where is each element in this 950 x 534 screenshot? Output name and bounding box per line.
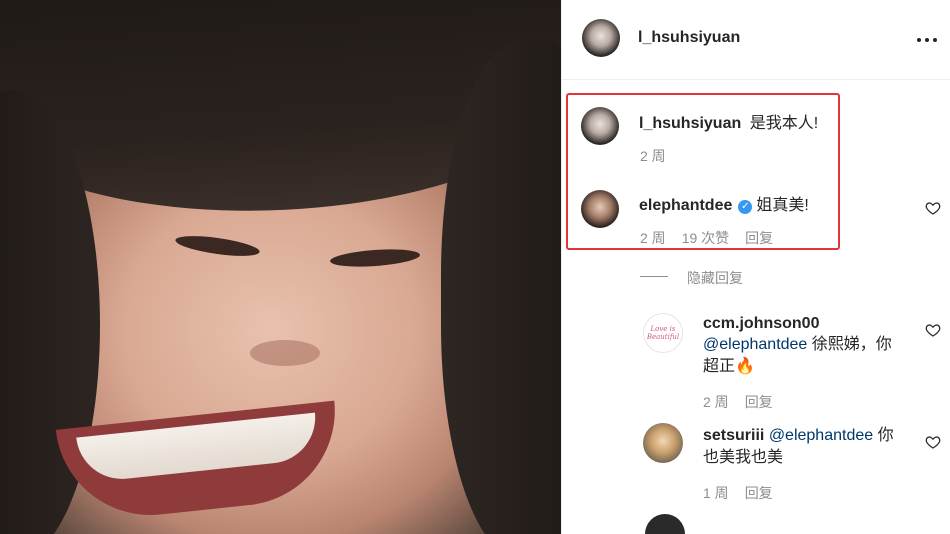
photo-eye-left: [174, 232, 261, 260]
post-header: l_hsuhsiyuan: [562, 0, 950, 80]
reply-avatar[interactable]: [643, 423, 683, 463]
reply-meta: 2 周回复: [703, 392, 789, 412]
author-avatar[interactable]: [582, 19, 620, 57]
highlight-box: [566, 93, 840, 250]
hide-replies-button[interactable]: 隐藏回复: [687, 268, 743, 288]
heart-outline-icon[interactable]: [925, 434, 941, 450]
avatar-logo-text: Love is Beautiful: [646, 325, 680, 341]
reply-text: @elephantdee 徐熙娣，你 超正🔥: [703, 334, 892, 378]
reply-text-line2: 超正🔥: [703, 358, 755, 375]
reply-avatar[interactable]: Love is Beautiful: [643, 313, 683, 353]
photo-nose: [250, 340, 320, 366]
more-horizontal-icon[interactable]: [917, 30, 937, 50]
reply-time: 2 周: [703, 394, 729, 410]
post-photo[interactable]: [0, 0, 561, 534]
heart-outline-icon[interactable]: [925, 322, 941, 338]
photo-eye-right: [329, 246, 421, 270]
reply-text: setsuriii @elephantdee 你 也美我也美: [703, 425, 894, 469]
reply-text-rest: 徐熙娣，你: [807, 336, 892, 353]
reply-button[interactable]: 回复: [745, 394, 773, 410]
author-username[interactable]: l_hsuhsiyuan: [638, 29, 740, 47]
heart-outline-icon[interactable]: [925, 200, 941, 216]
reply-button[interactable]: 回复: [745, 485, 773, 501]
reply-username[interactable]: ccm.johnson00: [703, 315, 819, 333]
hide-replies-divider: [640, 276, 668, 277]
reply-text-line2: 也美我也美: [703, 449, 784, 466]
reply-time: 1 周: [703, 485, 729, 501]
reply-text-rest: 你: [873, 427, 894, 444]
reply-username[interactable]: setsuriii: [703, 427, 764, 444]
mention-link[interactable]: @elephantdee: [769, 427, 873, 444]
reply-meta: 1 周回复: [703, 483, 789, 503]
mention-link[interactable]: @elephantdee: [703, 336, 807, 353]
